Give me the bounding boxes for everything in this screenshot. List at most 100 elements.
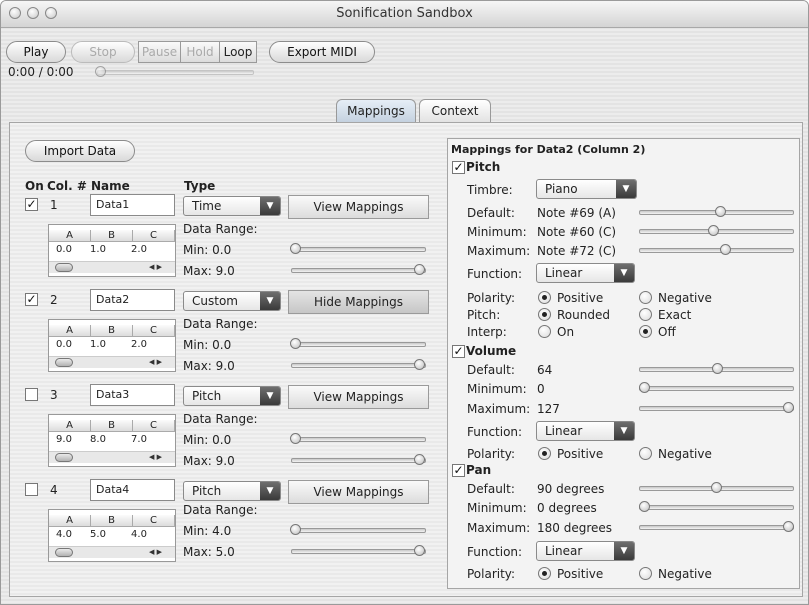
- pan-default-label: Default:: [467, 482, 515, 496]
- scroll-thumb[interactable]: [55, 263, 73, 272]
- row-1-mappings-button[interactable]: View Mappings: [288, 195, 429, 219]
- volume-function-select[interactable]: Linear ▼: [536, 421, 635, 441]
- row-3-type-select[interactable]: Pitch ▼: [183, 386, 281, 406]
- export-midi-button[interactable]: Export MIDI: [269, 41, 375, 63]
- pitch-polarity-negative-radio[interactable]: [639, 291, 652, 304]
- volume-default-slider-knob[interactable]: [712, 363, 723, 374]
- row-4-on-checkbox[interactable]: [25, 483, 38, 496]
- playback-slider[interactable]: [97, 70, 254, 75]
- header-on: On: [25, 179, 44, 193]
- pan-polarity-positive-radio[interactable]: [538, 567, 551, 580]
- chevron-down-icon: ▼: [614, 422, 634, 440]
- loop-button[interactable]: Loop: [219, 41, 257, 63]
- row-4-mappings-button[interactable]: View Mappings: [288, 480, 429, 504]
- row-3-data-table[interactable]: A B C 9.0 8.0 7.0 ◀ ▶: [48, 414, 176, 467]
- pan-minimum-label: Minimum:: [467, 501, 527, 515]
- pan-polarity-negative-radio[interactable]: [639, 567, 652, 580]
- scroll-arrows-icon[interactable]: ◀ ▶: [149, 262, 162, 272]
- title-bar: Sonification Sandbox: [1, 1, 808, 28]
- pitch-checkbox[interactable]: ✓: [452, 161, 465, 174]
- interp-off-radio[interactable]: [639, 325, 652, 338]
- row-1-on-checkbox[interactable]: ✓: [25, 198, 38, 211]
- row-2-data-table[interactable]: A B C 0.0 1.0 2.0 ◀ ▶: [48, 319, 176, 372]
- row-1-data-table[interactable]: A B C 0.0 1.0 2.0 ◀ ▶: [48, 224, 176, 277]
- playback-slider-knob[interactable]: [95, 66, 106, 77]
- row-3-min-slider[interactable]: [291, 437, 426, 442]
- pitch-maximum-slider[interactable]: [639, 248, 794, 253]
- row-4-min-slider[interactable]: [291, 528, 426, 533]
- pan-checkbox[interactable]: ✓: [452, 464, 465, 477]
- volume-function-label: Function:: [467, 425, 523, 439]
- pitch-maximum-slider-knob[interactable]: [720, 244, 731, 255]
- pause-button[interactable]: Pause: [138, 41, 181, 63]
- row-4-type-select[interactable]: Pitch ▼: [183, 481, 281, 501]
- pitch-default-slider-knob[interactable]: [715, 206, 726, 217]
- row-1-max-slider-knob[interactable]: [414, 264, 425, 275]
- table-cell: 5.0: [90, 529, 106, 540]
- row-2-type-select[interactable]: Custom ▼: [183, 291, 281, 311]
- timbre-select[interactable]: Piano ▼: [536, 179, 637, 199]
- row-4-max-slider-knob[interactable]: [414, 545, 425, 556]
- scroll-arrows-icon[interactable]: ◀ ▶: [149, 547, 162, 557]
- pan-default-slider-knob[interactable]: [711, 482, 722, 493]
- row-4-data-table[interactable]: A B C 4.0 5.0 4.0 ◀ ▶: [48, 509, 176, 562]
- scroll-arrows-icon[interactable]: ◀ ▶: [149, 452, 162, 462]
- row-2-max-slider-knob[interactable]: [414, 359, 425, 370]
- interp-on-radio[interactable]: [538, 325, 551, 338]
- pitch-minimum-label: Minimum:: [467, 225, 527, 239]
- volume-minimum-slider[interactable]: [639, 386, 794, 391]
- tab-context[interactable]: Context: [419, 99, 491, 123]
- row-3-max-slider[interactable]: [291, 458, 426, 463]
- row-3-min-slider-knob[interactable]: [290, 433, 301, 444]
- pan-maximum-slider-knob[interactable]: [783, 521, 794, 532]
- row-1-name-field[interactable]: Data1: [90, 194, 175, 216]
- pitch-rounded-radio[interactable]: [538, 308, 551, 321]
- col-header: C: [133, 230, 175, 242]
- row-4-min-slider-knob[interactable]: [290, 524, 301, 535]
- col-header: A: [49, 325, 91, 337]
- row-3-type-value: Pitch: [192, 389, 222, 403]
- pitch-function-select[interactable]: Linear ▼: [536, 263, 635, 283]
- volume-polarity-negative-radio[interactable]: [639, 447, 652, 460]
- row-2-min-slider-knob[interactable]: [290, 338, 301, 349]
- row-2-on-checkbox[interactable]: ✓: [25, 293, 38, 306]
- scroll-arrows-icon[interactable]: ◀ ▶: [149, 357, 162, 367]
- play-button[interactable]: Play: [6, 41, 66, 63]
- volume-minimum-slider-knob[interactable]: [639, 382, 650, 393]
- row-1-data-range-label: Data Range:: [183, 222, 258, 236]
- col-header: B: [91, 420, 133, 432]
- pan-function-select[interactable]: Linear ▼: [536, 541, 635, 561]
- volume-checkbox[interactable]: ✓: [452, 345, 465, 358]
- scroll-thumb[interactable]: [55, 453, 73, 462]
- row-1-min-slider[interactable]: [291, 247, 426, 252]
- row-1-max-slider[interactable]: [291, 268, 426, 273]
- stop-button[interactable]: Stop: [71, 41, 135, 63]
- row-2-name-field[interactable]: Data2: [90, 289, 175, 311]
- row-4-max-slider[interactable]: [291, 549, 426, 554]
- hold-button[interactable]: Hold: [180, 41, 220, 63]
- row-2-max-slider[interactable]: [291, 363, 426, 368]
- row-3-mappings-button[interactable]: View Mappings: [288, 385, 429, 409]
- scroll-thumb[interactable]: [55, 548, 73, 557]
- row-2-mappings-button[interactable]: Hide Mappings: [288, 290, 429, 314]
- pitch-exact-radio[interactable]: [639, 308, 652, 321]
- row-4-name-field[interactable]: Data4: [90, 479, 175, 501]
- row-3-on-checkbox[interactable]: [25, 388, 38, 401]
- pitch-minimum-slider-knob[interactable]: [708, 225, 719, 236]
- pan-maximum-slider[interactable]: [639, 525, 794, 530]
- import-data-button[interactable]: Import Data: [25, 140, 135, 162]
- volume-maximum-slider-knob[interactable]: [783, 402, 794, 413]
- volume-polarity-positive-radio[interactable]: [538, 447, 551, 460]
- chevron-down-icon: ▼: [260, 292, 280, 310]
- pan-minimum-slider-knob[interactable]: [639, 501, 650, 512]
- pitch-polarity-positive-radio[interactable]: [538, 291, 551, 304]
- row-3-max-slider-knob[interactable]: [414, 454, 425, 465]
- row-1-min-slider-knob[interactable]: [290, 243, 301, 254]
- tab-mappings[interactable]: Mappings: [336, 99, 416, 123]
- pan-minimum-slider[interactable]: [639, 505, 794, 510]
- row-3-name-field[interactable]: Data3: [90, 384, 175, 406]
- scroll-thumb[interactable]: [55, 358, 73, 367]
- volume-maximum-slider[interactable]: [639, 406, 794, 411]
- row-1-type-select[interactable]: Time ▼: [183, 196, 281, 216]
- row-2-min-slider[interactable]: [291, 342, 426, 347]
